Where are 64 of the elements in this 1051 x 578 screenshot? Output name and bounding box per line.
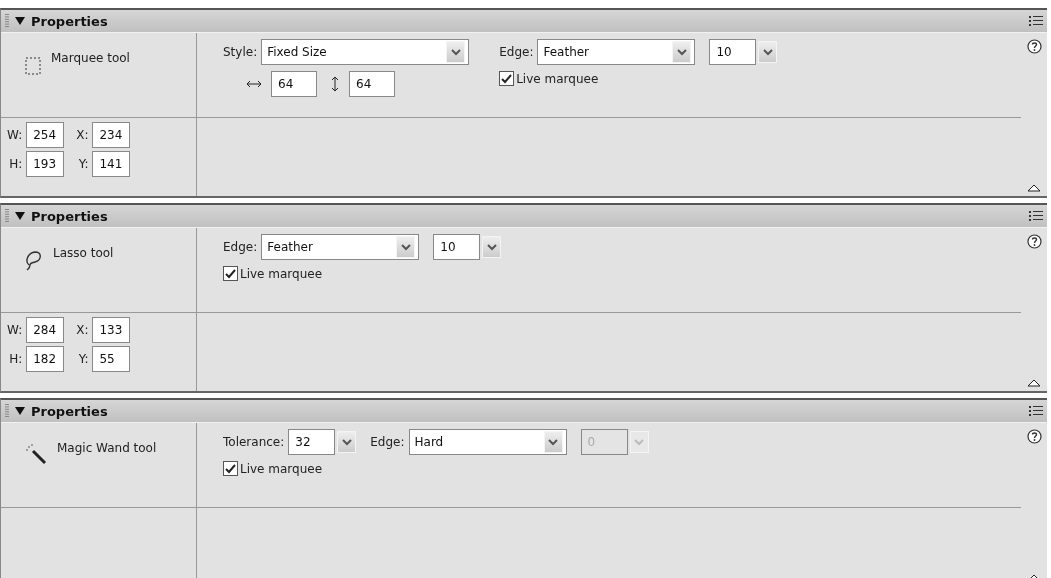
field-label: Edge: <box>370 435 405 449</box>
coordinate-field[interactable]: 141 <box>92 151 131 177</box>
coordinate-field[interactable]: 55 <box>92 346 131 372</box>
horizontal-arrow-icon <box>247 80 261 88</box>
check-icon <box>225 463 236 474</box>
field-label: W: <box>7 323 23 337</box>
panel-menu-icon[interactable] <box>1029 404 1043 418</box>
field-label: Edge: <box>223 240 258 254</box>
grip-icon <box>5 209 9 223</box>
check-icon <box>501 73 513 84</box>
field-label: X: <box>76 323 89 337</box>
panel-header[interactable]: Properties <box>1 400 1047 423</box>
lasso-icon <box>25 250 43 272</box>
dropdown-field[interactable]: Fixed Size <box>261 39 470 65</box>
field-label: Tolerance: <box>223 435 285 449</box>
panel-title: Properties <box>31 403 108 419</box>
size-field[interactable]: 64 <box>349 71 395 97</box>
coordinate-field[interactable]: 234 <box>92 122 131 148</box>
coordinate-field[interactable]: 193 <box>26 151 65 177</box>
panel-title: Properties <box>31 208 108 224</box>
field-label: W: <box>7 128 23 142</box>
tool-name: Magic Wand tool <box>57 441 157 457</box>
live-marquee-checkbox[interactable]: Live marquee <box>499 71 599 86</box>
panel-menu-icon[interactable] <box>1029 14 1043 28</box>
collapse-triangle-icon[interactable] <box>1027 379 1041 387</box>
tool-name: Lasso tool <box>53 246 114 262</box>
field-label: Style: <box>223 45 258 59</box>
number-field[interactable]: 10 <box>709 39 757 65</box>
coordinate-field[interactable]: 284 <box>26 317 65 343</box>
field-label: X: <box>76 128 89 142</box>
live-marquee-checkbox[interactable]: Live marquee <box>223 461 323 476</box>
dropdown-field[interactable]: Feather <box>261 234 420 260</box>
help-icon[interactable] <box>1026 234 1042 249</box>
size-field[interactable]: 64 <box>271 71 317 97</box>
field-label: H: <box>8 157 23 171</box>
triangle-icon[interactable] <box>15 16 25 26</box>
grip-icon <box>5 404 9 418</box>
live-marquee-checkbox[interactable]: Live marquee <box>223 266 323 281</box>
help-icon[interactable] <box>1026 39 1042 54</box>
coordinate-field[interactable]: 182 <box>26 346 65 372</box>
dropdown-field[interactable]: Feather <box>537 39 696 65</box>
panel-menu-icon[interactable] <box>1029 209 1043 223</box>
number-field[interactable]: 10 <box>433 234 481 260</box>
panel-header[interactable]: Properties <box>1 205 1047 228</box>
field-label: Y: <box>77 157 89 171</box>
field-label: H: <box>8 352 23 366</box>
check-icon <box>225 268 236 279</box>
magic-wand-icon <box>25 443 47 465</box>
triangle-icon[interactable] <box>15 211 25 221</box>
dropdown-field[interactable]: Hard <box>408 429 567 455</box>
collapse-triangle-icon[interactable] <box>1027 184 1041 192</box>
vertical-arrow-icon <box>331 77 339 91</box>
dashed-rectangle-icon <box>25 57 41 75</box>
panel-title: Properties <box>31 13 108 29</box>
coordinate-field[interactable]: 254 <box>26 122 65 148</box>
help-icon[interactable] <box>1026 429 1042 444</box>
panel-header[interactable]: Properties <box>1 10 1047 33</box>
coordinate-field[interactable]: 133 <box>92 317 131 343</box>
grip-icon <box>5 14 9 28</box>
tool-name: Marquee tool <box>51 51 130 67</box>
number-field[interactable]: 32 <box>288 429 336 455</box>
triangle-icon[interactable] <box>15 406 25 416</box>
field-label: Edge: <box>499 45 534 59</box>
field-label: Y: <box>77 352 89 366</box>
